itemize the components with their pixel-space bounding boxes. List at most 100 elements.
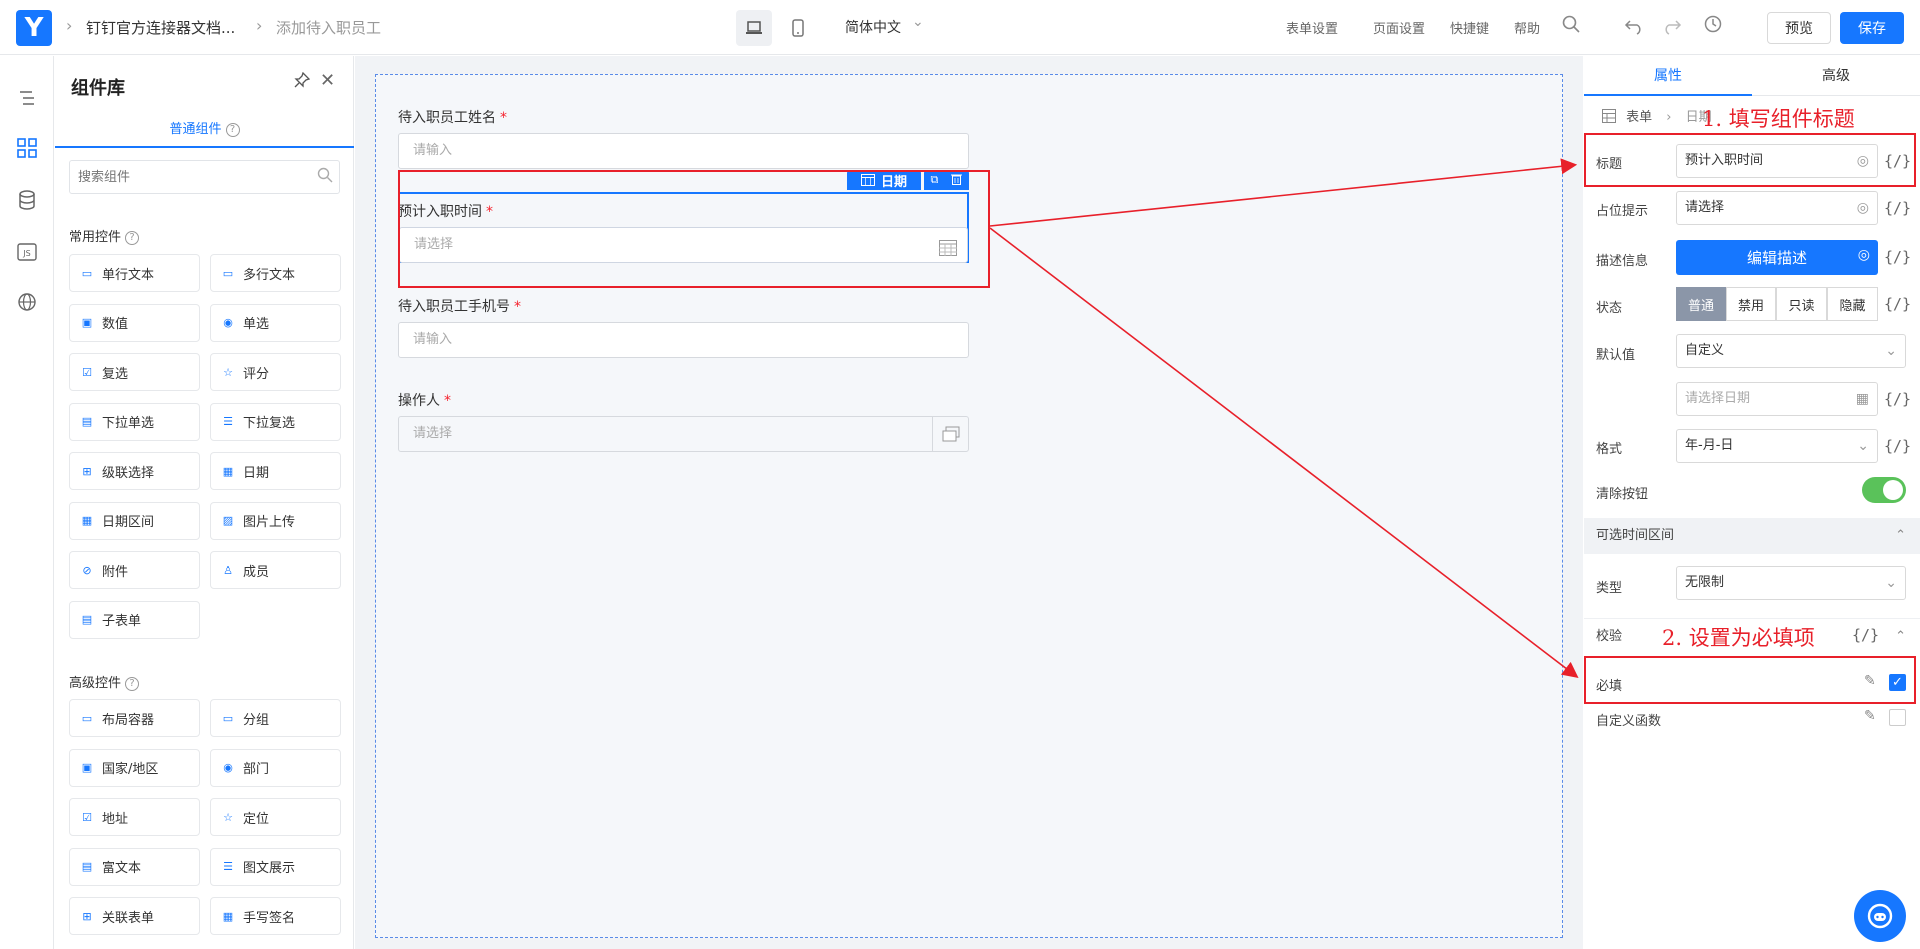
custom-function-checkbox[interactable] [1889,709,1906,726]
advanced-component-item[interactable]: ▭ 布局容器 [69,699,200,737]
preview-button[interactable]: 预览 [1767,12,1831,44]
advanced-component-item[interactable]: ▣ 国家/地区 [69,748,200,787]
fx-format[interactable]: {/} [1884,437,1911,455]
default-select[interactable]: 自定义 ⌄ [1676,334,1906,368]
advanced-component-item[interactable]: ▭ 分组 [210,699,341,737]
state-disabled[interactable]: 禁用 [1726,287,1776,321]
name-input[interactable]: 请输入 [398,133,969,169]
edit-icon[interactable]: ✎ [1864,708,1876,724]
app-logo[interactable]: Y [16,10,52,46]
component-label: 手写签名 [243,910,296,926]
advanced-component-item[interactable]: ⊞ 关联表单 [69,897,200,935]
advanced-component-item[interactable]: ☰ 图文展示 [210,847,341,886]
chevron-right-icon: › [256,16,263,35]
undo-icon[interactable] [1624,16,1644,40]
advanced-component-item[interactable]: ☆ 定位 [210,798,341,836]
format-select[interactable]: 年-月-日 ⌄ [1676,429,1878,463]
fx-description[interactable]: {/} [1884,248,1911,266]
globe-icon[interactable]: ◎ [1858,247,1870,263]
js-icon[interactable]: JS [13,238,41,266]
common-component-item[interactable]: ♙ 成员 [210,551,341,589]
state-normal[interactable]: 普通 [1676,287,1726,321]
tab-advanced[interactable]: 高级 [1752,56,1920,96]
state-readonly[interactable]: 只读 [1776,287,1827,321]
common-component-item[interactable]: ▤ 下拉单选 [69,402,200,441]
globe-icon[interactable] [13,288,41,316]
operator-select[interactable]: 请选择 [398,416,969,452]
common-component-item[interactable]: ⊞ 级联选择 [69,452,200,490]
required-checkbox[interactable]: ✓ [1889,674,1906,691]
mobile-view-button[interactable] [780,10,816,46]
support-chat-button[interactable] [1854,890,1906,942]
globe-icon[interactable]: ◎ [1857,145,1869,177]
advanced-component-item[interactable]: ▦ 手写签名 [210,897,341,935]
common-component-item[interactable]: ☆ 评分 [210,353,341,391]
breadcrumb-app[interactable]: 钉钉官方连接器文档... [86,17,235,38]
common-component-item[interactable]: ▭ 多行文本 [210,254,341,292]
common-component-item[interactable]: ◉ 单选 [210,303,341,342]
placeholder-label: 占位提示 [1596,204,1649,219]
common-component-item[interactable]: ▨ 图片上传 [210,501,341,540]
component-search[interactable] [69,160,340,194]
help-icon[interactable]: ? [125,676,140,691]
outline-icon[interactable] [13,84,41,112]
redo-icon[interactable] [1662,16,1682,40]
language-select[interactable]: 简体中文 [845,17,901,37]
pin-icon[interactable] [294,71,311,92]
common-component-item[interactable]: ⊘ 附件 [69,551,200,589]
advanced-component-item[interactable]: ▤ 富文本 [69,847,200,886]
edit-description-button[interactable]: 编辑描述 ◎ [1676,240,1878,275]
common-component-item[interactable]: ☰ 下拉复选 [210,402,341,441]
placeholder-input[interactable]: 请选择 ◎ [1676,191,1878,225]
common-component-item[interactable]: ▣ 数值 [69,303,200,342]
help-icon[interactable]: ? [125,230,140,245]
chevron-down-icon[interactable]: ⌄ [912,14,924,30]
component-label: 地址 [102,811,129,827]
default-date-picker[interactable]: 请选择日期 ▦ [1676,382,1878,416]
common-component-item[interactable]: ▤ 子表单 [69,600,200,639]
desktop-view-button[interactable] [736,10,772,46]
fx-validation[interactable]: {/} [1852,626,1879,644]
common-component-item[interactable]: ☑ 复选 [69,353,200,391]
fx-title[interactable]: {/} [1884,152,1911,170]
fx-state[interactable]: {/} [1884,295,1911,313]
search-input[interactable] [70,161,290,193]
page-settings-link[interactable]: 页面设置 [1373,18,1425,37]
components-icon[interactable] [13,134,41,162]
datasource-icon[interactable] [13,186,41,214]
tab-properties[interactable]: 属性 [1584,56,1752,96]
chevron-up-icon[interactable]: ⌃ [1895,619,1906,655]
help-link[interactable]: 帮助 [1514,18,1540,37]
tab-common-components[interactable]: 普通组件? [55,116,354,148]
fx-placeholder[interactable]: {/} [1884,199,1911,217]
shortcuts-link[interactable]: 快捷键 [1450,18,1489,37]
common-component-item[interactable]: ▦ 日期区间 [69,501,200,540]
state-hidden[interactable]: 隐藏 [1827,287,1878,321]
type-select[interactable]: 无限制 ⌄ [1676,566,1906,600]
close-icon[interactable]: ✕ [320,70,335,91]
default-value: 自定义 [1685,343,1725,358]
crumb-form[interactable]: 表单 [1626,110,1652,125]
common-component-item[interactable]: ▭ 单行文本 [69,254,200,292]
group-label: 可选时间区间 [1596,528,1675,543]
form-settings-link[interactable]: 表单设置 [1286,18,1338,37]
history-icon[interactable] [1704,14,1722,38]
search-icon[interactable] [1562,14,1580,38]
member-picker-icon[interactable] [932,417,968,451]
help-icon[interactable]: ? [225,122,240,137]
range-group-header[interactable]: 可选时间区间 ⌃ [1584,518,1920,554]
search-icon[interactable] [317,167,333,187]
advanced-component-item[interactable]: ☑ 地址 [69,798,200,836]
title-input[interactable]: 预计入职时间 ◎ [1676,144,1878,178]
clear-button-toggle[interactable] [1862,477,1906,503]
custom-function-label: 自定义函数 [1596,714,1662,729]
phone-input[interactable]: 请输入 [398,322,969,358]
edit-icon[interactable]: ✎ [1864,673,1876,689]
save-button[interactable]: 保存 [1840,12,1904,44]
globe-icon[interactable]: ◎ [1857,192,1869,224]
calendar-icon[interactable]: ▦ [1856,383,1869,415]
common-component-item[interactable]: ▦ 日期 [210,452,341,490]
chevron-up-icon[interactable]: ⌃ [1895,518,1906,554]
fx-default[interactable]: {/} [1884,390,1911,408]
advanced-component-item[interactable]: ◉ 部门 [210,748,341,787]
